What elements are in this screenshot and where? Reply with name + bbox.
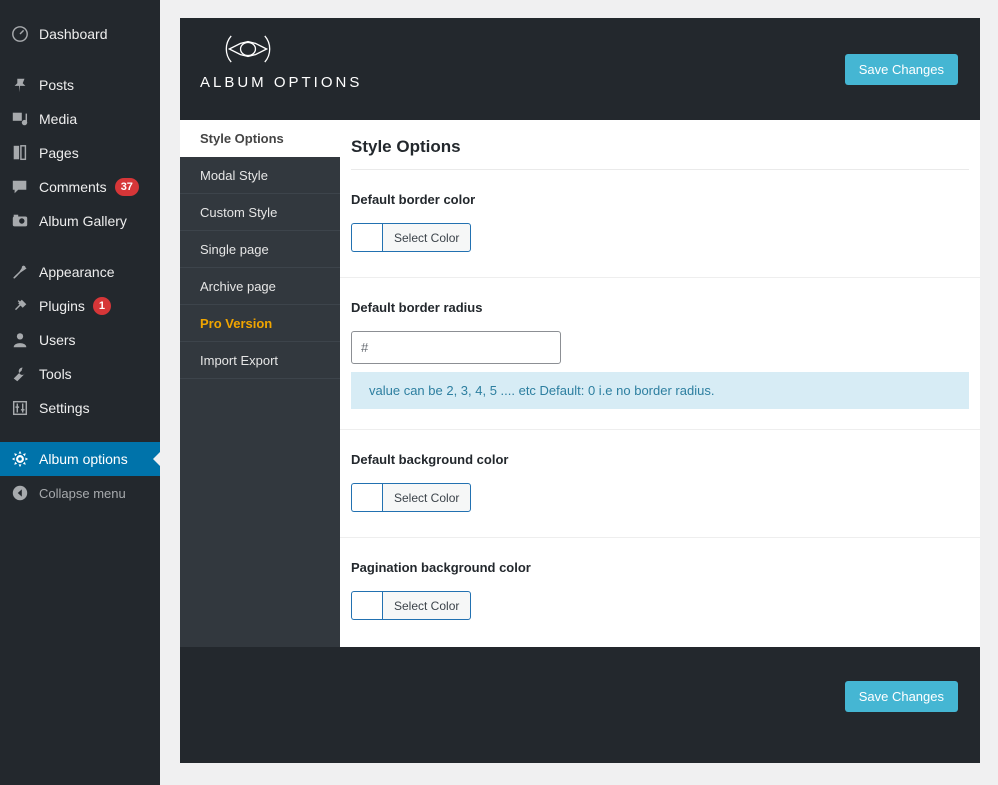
brand: ALBUM OPTIONS xyxy=(200,30,362,91)
tab-style-options[interactable]: Style Options xyxy=(180,120,340,157)
sidebar-item-label: Album Gallery xyxy=(39,213,127,229)
sidebar-item-label: Comments xyxy=(39,179,107,195)
wp-admin-sidebar: Dashboard Posts Media Pages Comments 37 Album … xyxy=(0,0,161,785)
dashboard-icon xyxy=(10,24,30,44)
sidebar-item-label: Tools xyxy=(39,366,72,382)
settings-content: Style Options Default border color Select… xyxy=(340,120,980,647)
tab-import-export[interactable]: Import Export xyxy=(180,342,340,379)
sidebar-item-album-options[interactable]: Album options xyxy=(0,442,161,476)
sidebar-item-label: Dashboard xyxy=(39,26,108,42)
color-picker-default-background-color[interactable]: Select Color xyxy=(351,483,472,512)
field-row-default-background-color: Default background color Select Color xyxy=(340,430,980,538)
sidebar-item-label: Pages xyxy=(39,145,79,161)
sidebar-badge: 1 xyxy=(92,297,112,315)
panel-title: ALBUM OPTIONS xyxy=(200,74,363,91)
panel-footer: Save Changes xyxy=(180,647,980,763)
sidebar-item-label: Plugins xyxy=(39,298,85,314)
sidebar-top-spacer xyxy=(0,0,160,17)
save-changes-button-header[interactable]: Save Changes xyxy=(844,54,958,85)
sidebar-item-posts[interactable]: Posts xyxy=(0,68,160,102)
camera-icon xyxy=(10,211,30,231)
sidebar-item-appearance[interactable]: Appearance xyxy=(0,255,160,289)
gear-icon xyxy=(10,449,30,469)
sidebar-item-album-gallery[interactable]: Album Gallery xyxy=(0,204,160,238)
plug-icon xyxy=(10,296,30,316)
sidebar-separator xyxy=(0,425,160,442)
select-color-button[interactable]: Select Color xyxy=(382,591,472,620)
user-icon xyxy=(10,330,30,350)
save-changes-button-footer[interactable]: Save Changes xyxy=(844,681,958,712)
select-color-button[interactable]: Select Color xyxy=(382,223,472,252)
sidebar-item-settings[interactable]: Settings xyxy=(0,391,160,425)
content-heading: Style Options xyxy=(351,137,461,156)
panel-body: Style Options Modal Style Custom Style Sing… xyxy=(180,120,980,647)
select-color-button[interactable]: Select Color xyxy=(382,483,472,512)
input-default-border-radius[interactable] xyxy=(351,331,561,364)
pages-icon xyxy=(10,143,30,163)
sidebar-item-users[interactable]: Users xyxy=(0,323,160,357)
field-label: Default border color xyxy=(351,192,476,207)
pin-icon xyxy=(10,75,30,95)
tab-label: Modal Style xyxy=(200,167,268,183)
sidebar-separator xyxy=(0,238,160,255)
sidebar-item-dashboard[interactable]: Dashboard xyxy=(0,17,160,51)
color-swatch[interactable] xyxy=(351,223,382,252)
wrench-icon xyxy=(10,364,30,384)
sidebar-separator xyxy=(0,51,160,68)
tab-archive-page[interactable]: Archive page xyxy=(180,268,340,305)
brush-icon xyxy=(10,262,30,282)
color-swatch[interactable] xyxy=(351,483,382,512)
field-hint: value can be 2, 3, 4, 5 .... etc Default… xyxy=(351,372,969,409)
sidebar-item-pages[interactable]: Pages xyxy=(0,136,160,170)
tab-label: Custom Style xyxy=(200,204,278,220)
tab-label: Style Options xyxy=(200,130,284,146)
field-label: Pagination background color xyxy=(351,560,531,575)
field-label: Default border radius xyxy=(351,300,483,315)
tab-label: Import Export xyxy=(200,352,279,368)
sliders-icon xyxy=(10,398,30,418)
color-swatch[interactable] xyxy=(351,591,382,620)
sidebar-badge: 37 xyxy=(114,178,139,196)
tab-label: Single page xyxy=(200,241,269,257)
sidebar-item-label: Posts xyxy=(39,77,75,93)
sidebar-item-tools[interactable]: Tools xyxy=(0,357,160,391)
sidebar-item-label: Media xyxy=(39,111,78,127)
tab-label: Pro Version xyxy=(200,315,273,331)
collapse-icon xyxy=(10,483,30,503)
sidebar-item-label: Settings xyxy=(39,400,90,416)
field-row-default-border-color: Default border color Select Color xyxy=(340,170,980,278)
panel-header: ALBUM OPTIONS Save Changes xyxy=(180,18,980,120)
sidebar-item-plugins[interactable]: Plugins 1 xyxy=(0,289,160,323)
sidebar-item-comments[interactable]: Comments 37 xyxy=(0,170,160,204)
tab-label: Archive page xyxy=(200,278,276,294)
plugin-panel: ALBUM OPTIONS Save Changes Style Options… xyxy=(180,18,980,763)
tab-pro-version[interactable]: Pro Version xyxy=(180,305,340,342)
field-row-pagination-background-color: Pagination background color Select Color xyxy=(340,538,980,645)
tab-modal-style[interactable]: Modal Style xyxy=(180,157,340,194)
sidebar-item-media[interactable]: Media xyxy=(0,102,160,136)
sidebar-item-label: Users xyxy=(39,332,76,348)
tab-custom-style[interactable]: Custom Style xyxy=(180,194,340,231)
sidebar-item-collapse-menu[interactable]: Collapse menu xyxy=(0,476,160,510)
media-icon xyxy=(10,109,30,129)
comment-icon xyxy=(10,177,30,197)
eye-lens-icon xyxy=(220,30,276,68)
sidebar-item-label: Appearance xyxy=(39,264,115,280)
color-picker-pagination-background-color[interactable]: Select Color xyxy=(351,591,472,620)
sidebar-menu: Dashboard Posts Media Pages Comments 37 Album … xyxy=(0,17,161,510)
field-row-default-border-radius: Default border radius value can be 2, 3, … xyxy=(340,278,980,430)
color-picker-default-border-color[interactable]: Select Color xyxy=(351,223,472,252)
sidebar-item-label: Album options xyxy=(39,451,128,467)
tab-single-page[interactable]: Single page xyxy=(180,231,340,268)
settings-tab-list: Style Options Modal Style Custom Style Sing… xyxy=(180,120,340,647)
field-label: Default background color xyxy=(351,452,509,467)
sidebar-item-label: Collapse menu xyxy=(39,485,126,501)
settings-fields: Default border color Select Color Default … xyxy=(340,170,980,645)
